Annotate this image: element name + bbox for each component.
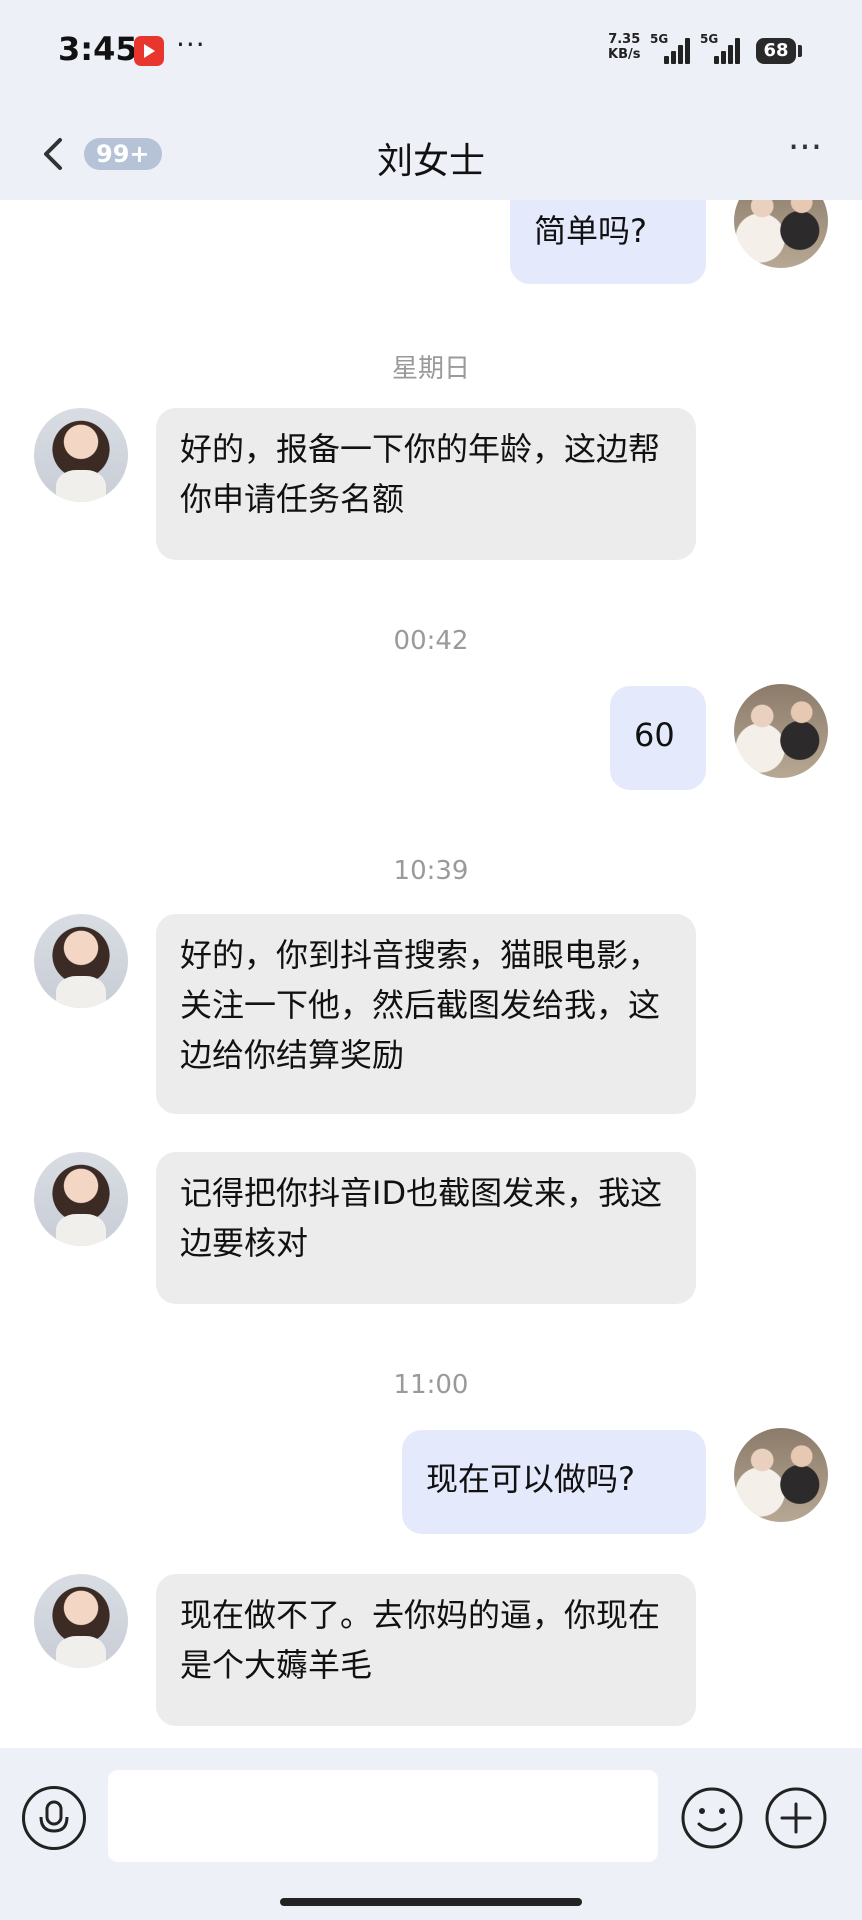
message-text: 60: [634, 716, 675, 754]
nav-bar: 99+ 刘女士 ···: [0, 118, 862, 188]
chat-area[interactable]: 简单吗? 星期日 好的，报备一下你的年龄，这边帮你申请任务名额 00:42 60…: [0, 200, 862, 1748]
self-avatar[interactable]: [734, 200, 828, 268]
top-header: 3:45 ··· 7.35 KB/s 5G 5G 68 99+ 刘女士 ···: [0, 0, 862, 200]
contact-avatar[interactable]: [34, 408, 128, 502]
plus-icon: [765, 1787, 827, 1849]
status-time: 3:45: [58, 30, 138, 68]
emoji-button[interactable]: [680, 1786, 744, 1850]
network-speed: 7.35 KB/s: [608, 32, 640, 62]
more-functions-button[interactable]: [764, 1786, 828, 1850]
message-bubble-incoming[interactable]: 记得把你抖音ID也截图发来，我这边要核对: [156, 1152, 696, 1304]
message-text: 好的，你到抖音搜索，猫眼电影，关注一下他，然后截图发给我，这边给你结算奖励: [180, 936, 661, 1074]
message-text: 好的，报备一下你的年龄，这边帮你申请任务名额: [180, 430, 661, 518]
message-text: 简单吗?: [534, 212, 647, 250]
message-bubble-incoming[interactable]: 现在做不了。去你妈的逼，你现在是个大薅羊毛: [156, 1574, 696, 1726]
status-more-indicator: ···: [176, 28, 206, 61]
more-options-button[interactable]: ···: [780, 128, 830, 168]
message-bubble-incoming[interactable]: 好的，你到抖音搜索，猫眼电影，关注一下他，然后截图发给我，这边给你结算奖励: [156, 914, 696, 1114]
chat-title: 刘女士: [376, 141, 485, 182]
battery-tip: [798, 45, 802, 57]
home-indicator[interactable]: [280, 1898, 582, 1906]
self-avatar[interactable]: [734, 684, 828, 778]
network-speed-value: 7.35: [608, 32, 641, 47]
sim2-signal-icon: [714, 36, 742, 64]
message-text: 记得把你抖音ID也截图发来，我这边要核对: [180, 1174, 663, 1262]
video-app-notification-icon: [134, 36, 164, 66]
contact-avatar[interactable]: [34, 1152, 128, 1246]
contact-avatar[interactable]: [34, 914, 128, 1008]
message-bubble-outgoing[interactable]: 现在可以做吗?: [402, 1430, 706, 1534]
voice-button[interactable]: [22, 1786, 86, 1850]
message-text: 现在可以做吗?: [426, 1460, 635, 1498]
input-bar: [0, 1748, 862, 1920]
message-input[interactable]: [108, 1770, 658, 1862]
timestamp: 星期日: [391, 354, 470, 384]
timestamp: 00:42: [393, 626, 469, 656]
timestamp: 11:00: [393, 1370, 469, 1400]
self-avatar[interactable]: [734, 1428, 828, 1522]
timestamp: 10:39: [393, 856, 469, 886]
emoji-icon: [681, 1787, 743, 1849]
message-bubble-outgoing[interactable]: 60: [610, 686, 706, 790]
contact-avatar[interactable]: [34, 1574, 128, 1668]
message-text: 现在做不了。去你妈的逼，你现在是个大薅羊毛: [180, 1596, 661, 1684]
message-bubble-outgoing[interactable]: 简单吗?: [510, 200, 706, 284]
status-bar: 3:45 ··· 7.35 KB/s 5G 5G 68: [0, 0, 862, 100]
microphone-icon: [39, 1800, 69, 1833]
chat-scroll-content: 简单吗? 星期日 好的，报备一下你的年龄，这边帮你申请任务名额 00:42 60…: [0, 200, 862, 1748]
battery-indicator: 68: [756, 38, 796, 64]
network-speed-unit: KB/s: [608, 47, 641, 62]
sim1-signal-icon: [664, 36, 692, 64]
message-bubble-incoming[interactable]: 好的，报备一下你的年龄，这边帮你申请任务名额: [156, 408, 696, 560]
